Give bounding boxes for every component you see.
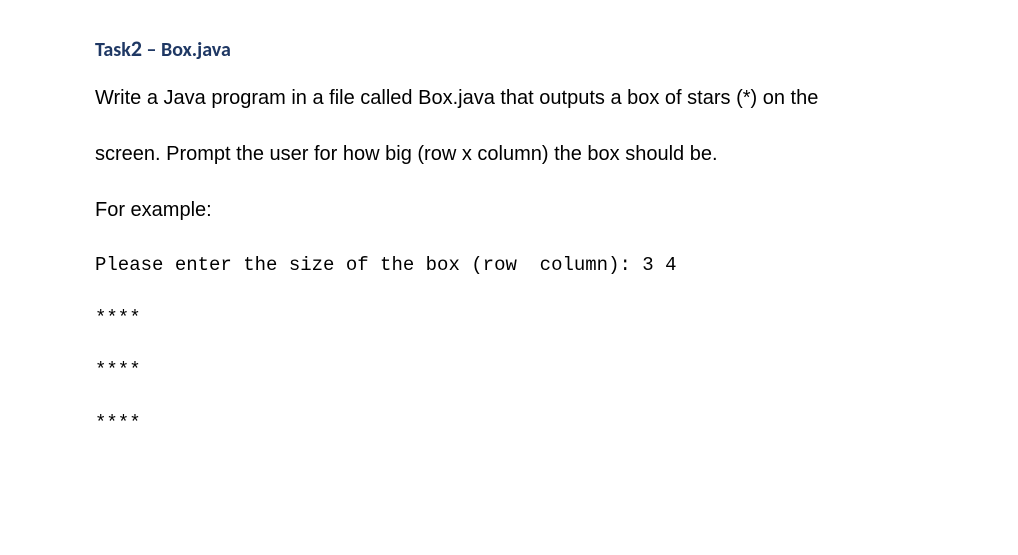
- heading-task-suffix: – Box.java: [142, 38, 231, 62]
- task-heading: Task2 – Box.java: [95, 35, 923, 62]
- paragraph-1: Write a Java program in a file called Bo…: [95, 84, 923, 112]
- paragraph-3: For example:: [95, 196, 923, 224]
- document-page: Task2 – Box.java Write a Java program in…: [0, 0, 1018, 502]
- heading-task-prefix: Task: [95, 38, 131, 62]
- paragraph-2: screen. Prompt the user for how big (row…: [95, 140, 923, 168]
- example-output-row-1: ****: [95, 305, 923, 332]
- heading-task-number: 2: [131, 35, 142, 62]
- example-output-row-2: ****: [95, 357, 923, 384]
- example-prompt-line: Please enter the size of the box (row co…: [95, 252, 923, 279]
- example-output-row-3: ****: [95, 410, 923, 437]
